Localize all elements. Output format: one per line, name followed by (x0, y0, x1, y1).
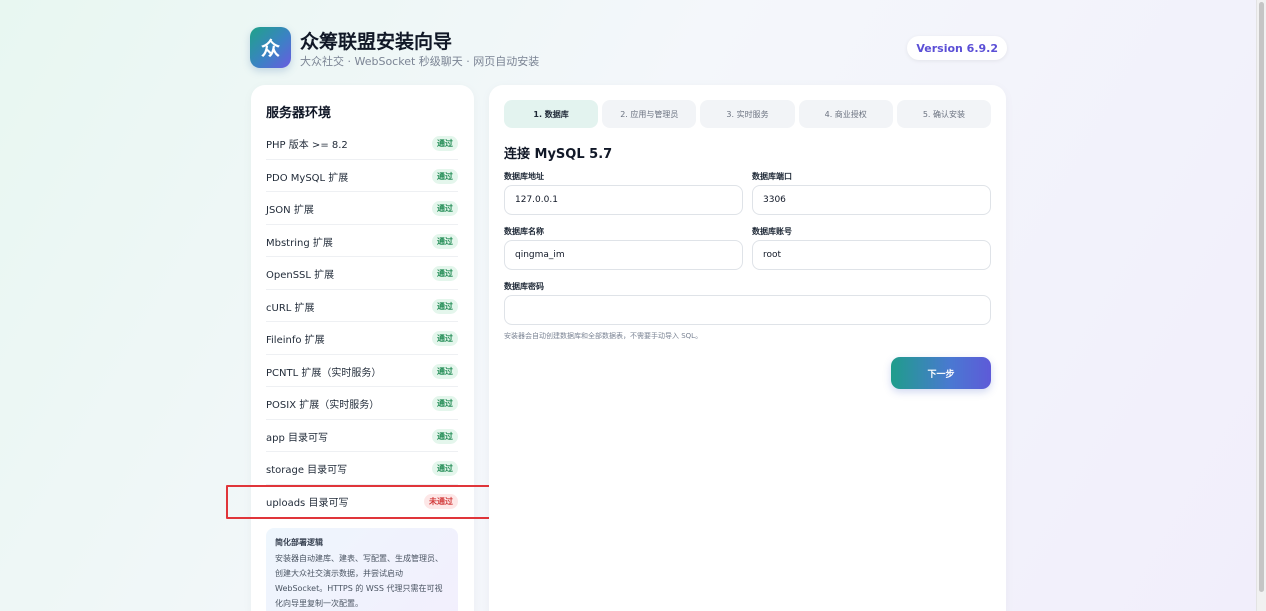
version-badge: Version 6.9.2 (907, 36, 1007, 60)
step-realtime-service[interactable]: 3. 实时服务 (700, 100, 795, 128)
deployment-note: 简化部署逻辑 安装器自动建库、建表、写配置、生成管理员、创建大众社交演示数据，并… (266, 528, 458, 611)
db-user-label: 数据库账号 (752, 227, 792, 236)
page-subtitle: 大众社交 · WebSocket 秒级聊天 · 网页自动安装 (300, 55, 540, 68)
environment-check-list: PHP 版本 >= 8.2 通过 PDO MySQL 扩展 通过 JSON 扩展… (266, 127, 458, 517)
db-port-label: 数据库端口 (752, 172, 792, 181)
check-item-label: uploads 目录可写 (266, 498, 349, 510)
db-name-label: 数据库名称 (504, 227, 544, 236)
db-password-input[interactable] (504, 295, 991, 325)
check-item-fileinfo: Fileinfo 扩展 通过 (266, 322, 458, 355)
check-item-posix: POSIX 扩展（实时服务） 通过 (266, 387, 458, 420)
step-database[interactable]: 1. 数据库 (504, 100, 599, 128)
check-item-curl: cURL 扩展 通过 (266, 290, 458, 322)
status-badge-pass: 通过 (432, 428, 458, 444)
page-header: 众 众筹联盟安装向导 大众社交 · WebSocket 秒级聊天 · 网页自动安… (250, 27, 1007, 71)
server-environment-title: 服务器环境 (266, 106, 332, 121)
check-item-json: JSON 扩展 通过 (266, 192, 458, 225)
install-wizard-panel: 1. 数据库 2. 应用与管理员 3. 实时服务 4. 商业授权 5. 确认安装… (489, 85, 1006, 611)
note-text: 安装器自动建库、建表、写配置、生成管理员、创建大众社交演示数据，并尝试启动 We… (275, 554, 443, 608)
status-badge-pass: 通过 (432, 331, 458, 347)
db-port-input[interactable] (752, 185, 991, 215)
section-title: 连接 MySQL 5.7 (504, 147, 613, 162)
status-badge-fail: 未通过 (424, 494, 458, 510)
check-item-pdo-mysql: PDO MySQL 扩展 通过 (266, 160, 458, 192)
page-title: 众筹联盟安装向导 (300, 31, 453, 53)
db-host-input[interactable] (504, 185, 743, 215)
server-environment-panel: 服务器环境 PHP 版本 >= 8.2 通过 PDO MySQL 扩展 通过 J… (251, 85, 474, 611)
check-item-php-version: PHP 版本 >= 8.2 通过 (266, 127, 458, 160)
check-item-openssl: OpenSSL 扩展 通过 (266, 257, 458, 290)
status-badge-pass: 通过 (432, 298, 458, 314)
check-item-label: PCNTL 扩展（实时服务） (266, 367, 382, 379)
logo-text: 众 (260, 38, 280, 60)
check-item-label: cURL 扩展 (266, 302, 315, 314)
status-badge-pass: 通过 (432, 363, 458, 379)
check-item-label: Fileinfo 扩展 (266, 335, 325, 347)
status-badge-pass: 通过 (432, 233, 458, 249)
check-item-label: PHP 版本 >= 8.2 (266, 140, 348, 152)
check-item-label: storage 目录可写 (266, 465, 348, 477)
check-item-uploads-writable: uploads 目录可写 未通过 (266, 485, 458, 518)
check-item-pcntl: PCNTL 扩展（实时服务） 通过 (266, 355, 458, 387)
step-commercial-license[interactable]: 4. 商业授权 (798, 100, 893, 128)
step-app-admin[interactable]: 2. 应用与管理员 (602, 100, 697, 128)
db-user-input[interactable] (752, 240, 991, 270)
status-badge-pass: 通过 (432, 266, 458, 282)
check-item-storage-writable: storage 目录可写 通过 (266, 452, 458, 485)
scrollbar-thumb[interactable] (1259, 2, 1264, 592)
check-item-label: Mbstring 扩展 (266, 237, 333, 249)
check-item-label: JSON 扩展 (266, 205, 314, 217)
db-host-label: 数据库地址 (504, 172, 544, 181)
status-badge-pass: 通过 (432, 396, 458, 412)
app-logo: 众 (250, 27, 291, 68)
status-badge-pass: 通过 (432, 461, 458, 477)
check-item-label: PDO MySQL 扩展 (266, 172, 349, 184)
page-scrollbar[interactable] (1256, 0, 1266, 611)
db-password-label: 数据库密码 (504, 282, 544, 291)
status-badge-pass: 通过 (432, 168, 458, 184)
status-badge-pass: 通过 (432, 136, 458, 152)
wizard-steps: 1. 数据库 2. 应用与管理员 3. 实时服务 4. 商业授权 5. 确认安装 (504, 100, 992, 128)
note-title: 简化部署逻辑 (275, 538, 323, 547)
check-item-label: OpenSSL 扩展 (266, 270, 335, 282)
check-item-mbstring: Mbstring 扩展 通过 (266, 225, 458, 257)
step-confirm-install[interactable]: 5. 确认安装 (896, 100, 992, 128)
check-item-label: app 目录可写 (266, 432, 329, 444)
status-badge-pass: 通过 (432, 201, 458, 217)
check-item-app-writable: app 目录可写 通过 (266, 420, 458, 452)
check-item-label: POSIX 扩展（实时服务） (266, 400, 380, 412)
db-name-input[interactable] (504, 240, 743, 270)
next-step-button[interactable]: 下一步 (891, 357, 991, 389)
form-hint: 安装器会自动创建数据库和全部数据表，不需要手动导入 SQL。 (504, 332, 703, 340)
